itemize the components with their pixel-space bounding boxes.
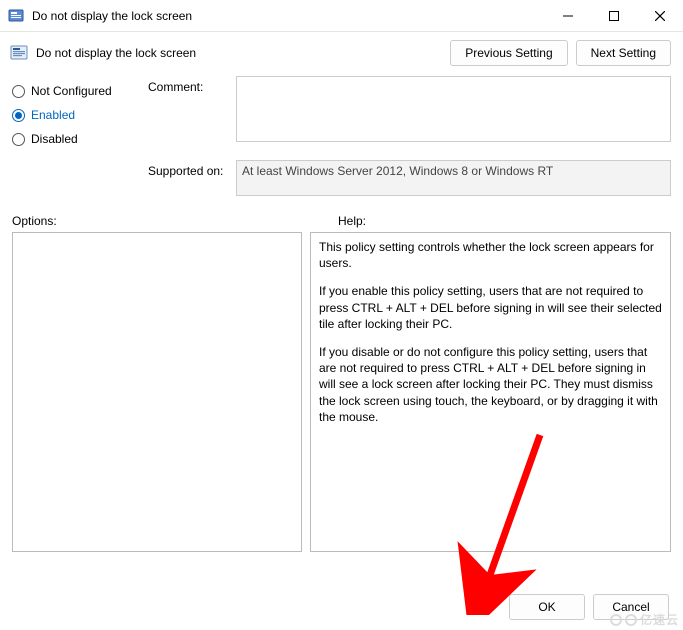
window-icon	[8, 8, 24, 24]
radio-label: Disabled	[31, 132, 78, 146]
help-label: Help:	[338, 214, 366, 228]
supported-value: At least Windows Server 2012, Windows 8 …	[236, 160, 671, 196]
ok-button[interactable]: OK	[509, 594, 585, 620]
footer-buttons: OK Cancel	[501, 594, 669, 620]
options-label: Options:	[12, 214, 338, 228]
window-controls	[545, 0, 683, 31]
help-paragraph: If you enable this policy setting, users…	[319, 283, 662, 332]
panels-row: This policy setting controls whether the…	[0, 232, 683, 552]
previous-setting-button[interactable]: Previous Setting	[450, 40, 567, 66]
next-setting-button[interactable]: Next Setting	[576, 40, 671, 66]
radio-label: Enabled	[31, 108, 75, 122]
comment-label: Comment:	[148, 76, 236, 156]
maximize-button[interactable]	[591, 0, 637, 31]
options-panel[interactable]	[12, 232, 302, 552]
titlebar: Do not display the lock screen	[0, 0, 683, 32]
window-title: Do not display the lock screen	[32, 9, 545, 23]
radio-label: Not Configured	[31, 84, 112, 98]
policy-icon	[10, 44, 28, 62]
policy-title: Do not display the lock screen	[36, 46, 442, 60]
supported-label: Supported on:	[148, 160, 236, 178]
radio-icon	[12, 133, 25, 146]
header-row: Do not display the lock screen Previous …	[0, 32, 683, 70]
supported-row: Supported on: At least Windows Server 20…	[0, 156, 683, 196]
help-paragraph: If you disable or do not configure this …	[319, 344, 662, 425]
radio-icon	[12, 109, 25, 122]
radio-not-configured[interactable]: Not Configured	[12, 84, 148, 98]
close-button[interactable]	[637, 0, 683, 31]
comment-input[interactable]	[236, 76, 671, 142]
cancel-button[interactable]: Cancel	[593, 594, 669, 620]
help-paragraph: This policy setting controls whether the…	[319, 239, 662, 271]
radio-enabled[interactable]: Enabled	[12, 108, 148, 122]
state-comment-row: Not Configured Enabled Disabled Comment:	[0, 70, 683, 156]
radio-disabled[interactable]: Disabled	[12, 132, 148, 146]
radio-icon	[12, 85, 25, 98]
panel-labels: Options: Help:	[0, 196, 683, 232]
help-panel[interactable]: This policy setting controls whether the…	[310, 232, 671, 552]
state-radios: Not Configured Enabled Disabled	[12, 76, 148, 156]
minimize-button[interactable]	[545, 0, 591, 31]
